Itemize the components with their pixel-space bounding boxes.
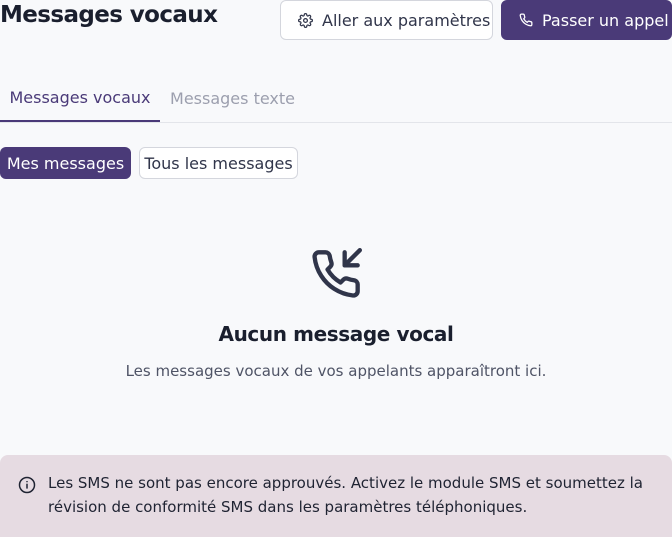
phone-icon — [519, 13, 533, 27]
go-to-settings-button[interactable]: Aller aux paramètres — [280, 0, 493, 40]
gear-icon — [298, 12, 313, 28]
empty-state-title: Aucun message vocal — [218, 322, 454, 346]
page-title: Messages vocaux — [0, 2, 218, 28]
tab-voicemail[interactable]: Messages vocaux — [0, 74, 160, 122]
notice-text: Les SMS ne sont pas encore approuvés. Ac… — [48, 474, 643, 516]
phone-incoming-icon — [312, 248, 362, 298]
sms-approval-notice: Les SMS ne sont pas encore approuvés. Ac… — [0, 455, 672, 537]
go-to-settings-label: Aller aux paramètres — [322, 10, 491, 30]
message-tabs: Messages vocaux Messages texte — [0, 74, 672, 123]
info-icon — [18, 476, 36, 494]
make-call-button[interactable]: Passer un appel — [501, 0, 672, 40]
filter-all-messages[interactable]: Tous les messages — [139, 147, 298, 179]
empty-state-subtitle: Les messages vocaux de vos appelants app… — [125, 362, 547, 380]
filter-my-messages[interactable]: Mes messages — [0, 147, 131, 179]
make-call-label: Passer un appel — [542, 10, 669, 30]
voicemail-page: Messages vocaux Aller aux paramètres Pas… — [0, 0, 672, 537]
tab-text-messages[interactable]: Messages texte — [160, 74, 305, 122]
